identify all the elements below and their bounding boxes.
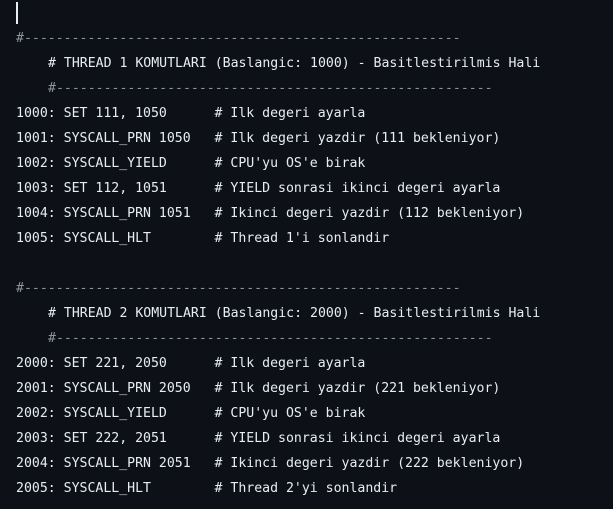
text-cursor bbox=[16, 2, 18, 24]
code-line: 2001: SYSCALL_PRN 2050 # Ilk degeri yazd… bbox=[16, 376, 613, 401]
comment: # Thread 2'yi sonlandir bbox=[214, 481, 398, 496]
code-line: 1004: SYSCALL_PRN 1051 # Ikinci degeri y… bbox=[16, 201, 613, 226]
code-line: 1003: SET 112, 1051 # YIELD sonrasi ikin… bbox=[16, 176, 613, 201]
instruction: 2003: SET 222, 2051 bbox=[16, 431, 215, 446]
comment: # Ikinci degeri yazdir (222 bekleniyor) bbox=[214, 456, 525, 471]
comment: # Thread 1'i sonlandir bbox=[214, 231, 390, 246]
instruction: 1000: SET 111, 1050 bbox=[16, 106, 215, 121]
instruction: 1005: SYSCALL_HLT bbox=[16, 231, 215, 246]
code-line: 2005: SYSCALL_HLT # Thread 2'yi sonlandi… bbox=[16, 476, 613, 501]
instruction: 2004: SYSCALL_PRN 2051 bbox=[16, 456, 215, 471]
instruction: 1002: SYSCALL_YIELD bbox=[16, 156, 215, 171]
separator-line: #---------------------------------------… bbox=[16, 281, 461, 296]
code-line: 2003: SET 222, 2051 # YIELD sonrasi ikin… bbox=[16, 426, 613, 451]
comment: # Ilk degeri ayarla bbox=[214, 356, 366, 371]
code-line: 1000: SET 111, 1050 # Ilk degeri ayarla bbox=[16, 101, 613, 126]
section-header: # THREAD 1 KOMUTLARI (Baslangic: 1000) -… bbox=[48, 56, 541, 71]
comment: # Ilk degeri ayarla bbox=[214, 106, 366, 121]
code-editor[interactable]: #---------------------------------------… bbox=[16, 26, 613, 501]
code-line: 1002: SYSCALL_YIELD # CPU'yu OS'e birak bbox=[16, 151, 613, 176]
section-header: # THREAD 2 KOMUTLARI (Baslangic: 2000) -… bbox=[48, 306, 541, 321]
separator-line: #---------------------------------------… bbox=[16, 31, 461, 46]
comment: # YIELD sonrasi ikinci degeri ayarla bbox=[214, 431, 501, 446]
code-line: 2000: SET 221, 2050 # Ilk degeri ayarla bbox=[16, 351, 613, 376]
code-line: 1005: SYSCALL_HLT # Thread 1'i sonlandir bbox=[16, 226, 613, 251]
instruction: 1003: SET 112, 1051 bbox=[16, 181, 215, 196]
comment: # Ilk degeri yazdir (221 bekleniyor) bbox=[214, 381, 501, 396]
instruction: 2002: SYSCALL_YIELD bbox=[16, 406, 215, 421]
comment: # Ilk degeri yazdir (111 bekleniyor) bbox=[214, 131, 501, 146]
instruction: 1004: SYSCALL_PRN 1051 bbox=[16, 206, 215, 221]
instruction: 2005: SYSCALL_HLT bbox=[16, 481, 215, 496]
instruction: 1001: SYSCALL_PRN 1050 bbox=[16, 131, 215, 146]
comment: # YIELD sonrasi ikinci degeri ayarla bbox=[214, 181, 501, 196]
code-line: 1001: SYSCALL_PRN 1050 # Ilk degeri yazd… bbox=[16, 126, 613, 151]
code-line: 2002: SYSCALL_YIELD # CPU'yu OS'e birak bbox=[16, 401, 613, 426]
separator-line: #---------------------------------------… bbox=[48, 81, 493, 96]
comment: # CPU'yu OS'e birak bbox=[214, 156, 366, 171]
instruction: 2000: SET 221, 2050 bbox=[16, 356, 215, 371]
comment: # Ikinci degeri yazdir (112 bekleniyor) bbox=[214, 206, 525, 221]
comment: # CPU'yu OS'e birak bbox=[214, 406, 366, 421]
instruction: 2001: SYSCALL_PRN 2050 bbox=[16, 381, 215, 396]
code-line: 2004: SYSCALL_PRN 2051 # Ikinci degeri y… bbox=[16, 451, 613, 476]
separator-line: #---------------------------------------… bbox=[48, 331, 493, 346]
